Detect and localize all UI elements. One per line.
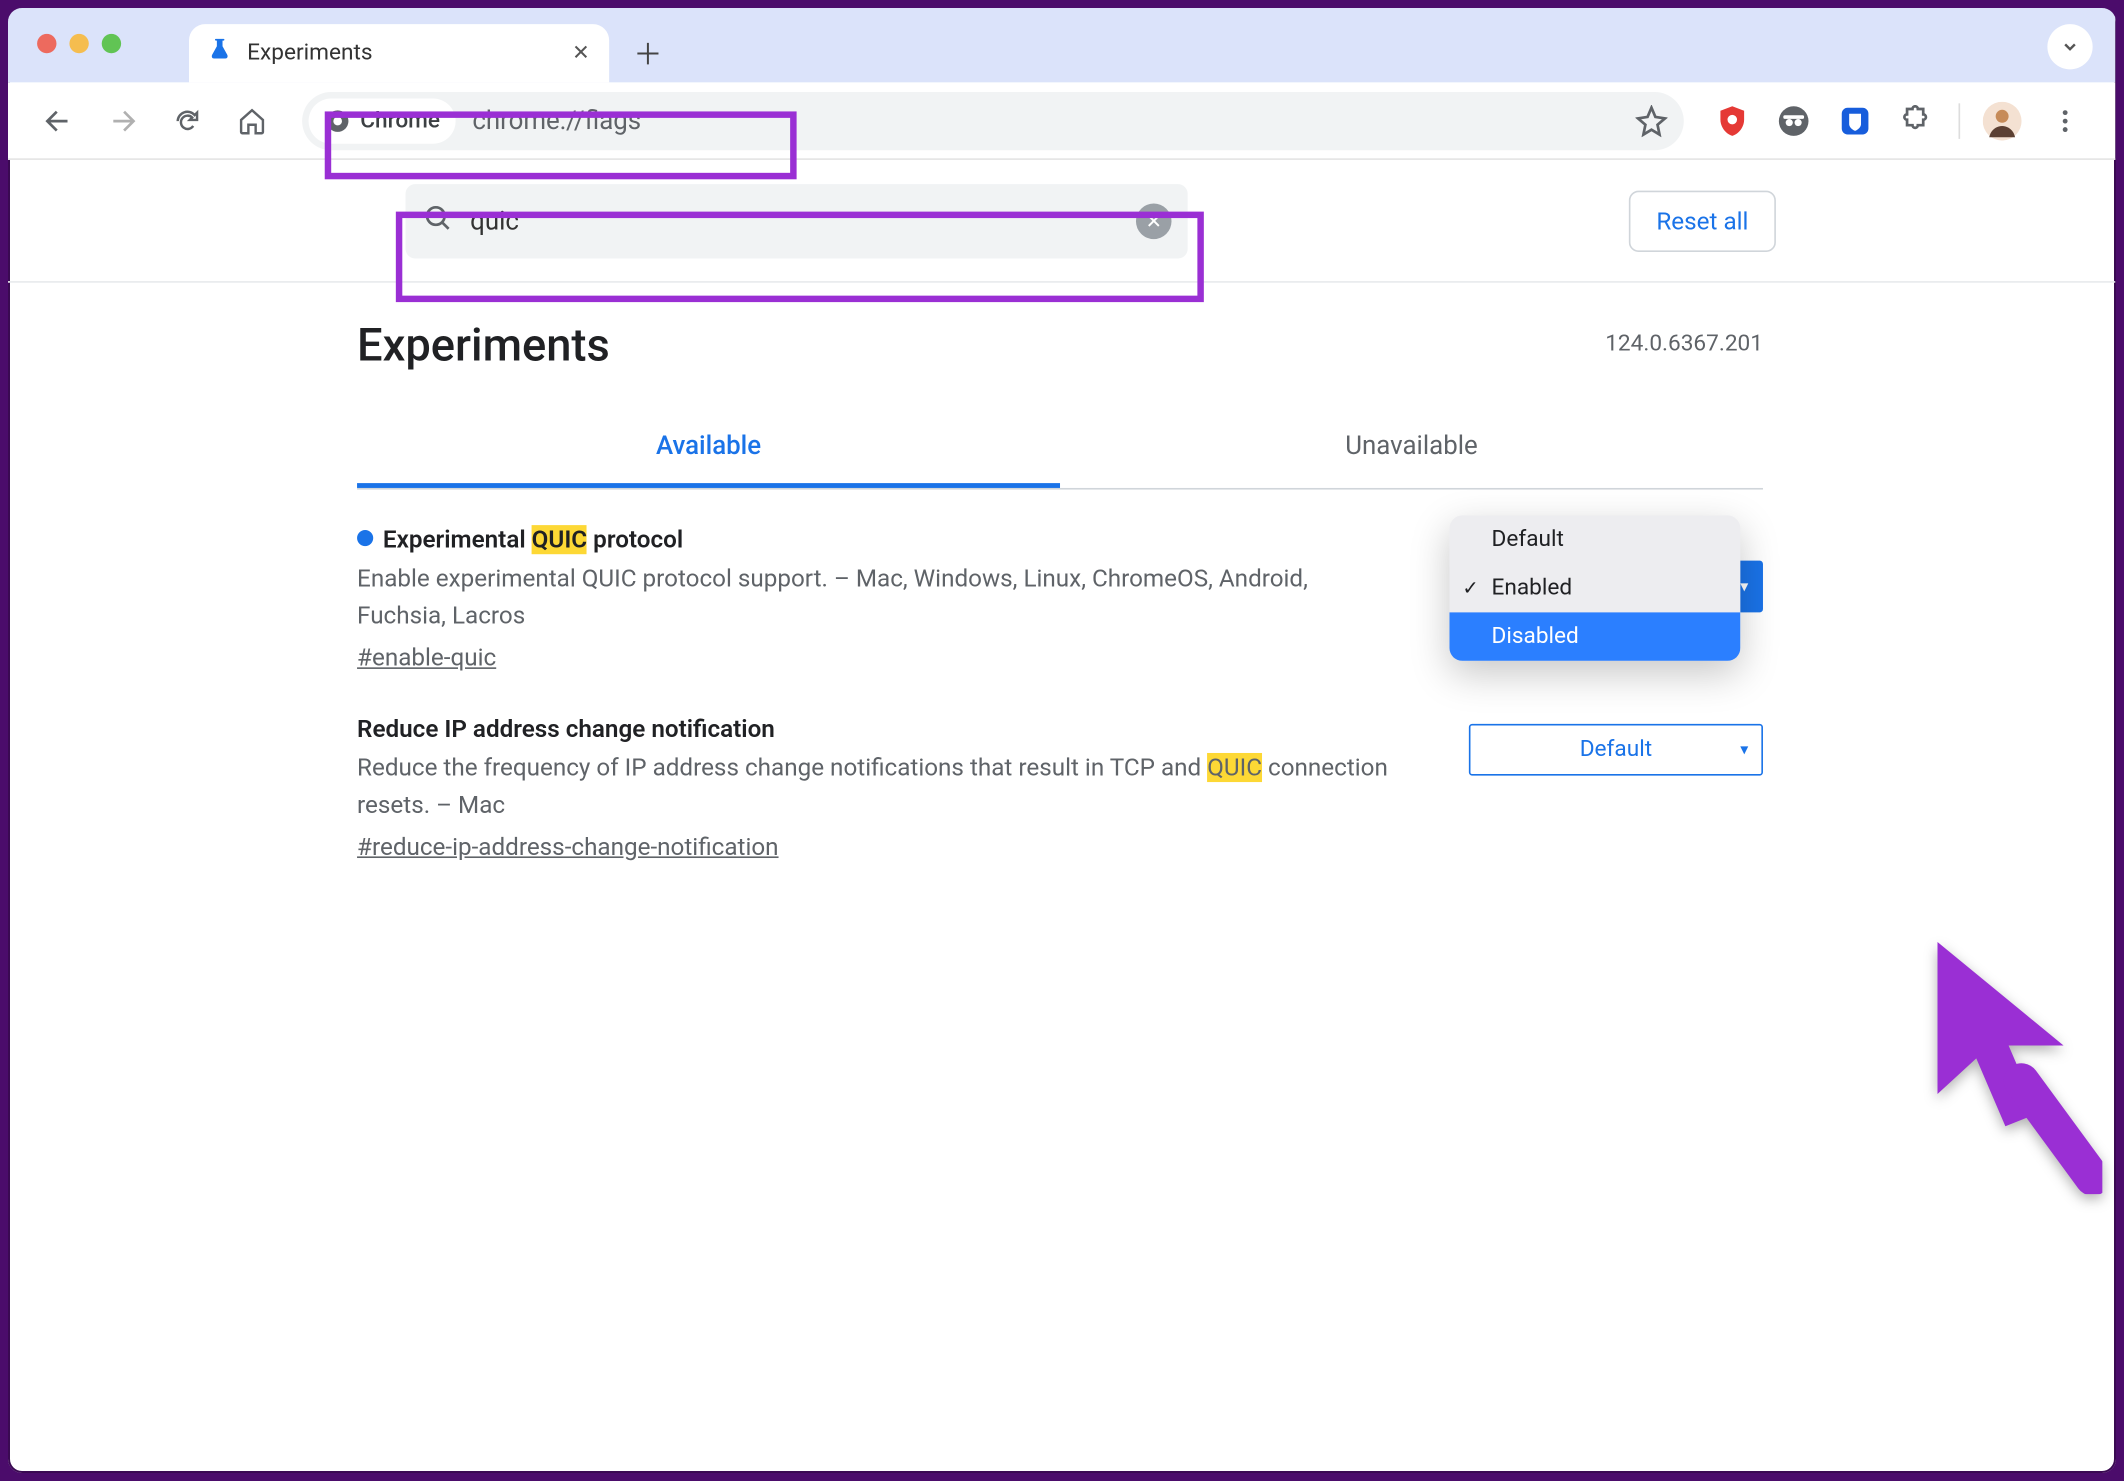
flag-row: Reduce IP address change notification Re…	[357, 714, 1763, 861]
minimize-window-button[interactable]	[69, 34, 88, 53]
maximize-window-button[interactable]	[102, 34, 121, 53]
back-button[interactable]	[31, 93, 86, 148]
page-content: ✕ Reset all Experiments 124.0.6367.201 A…	[8, 160, 2115, 968]
search-icon	[422, 201, 454, 240]
extensions-puzzle-icon[interactable]	[1894, 98, 1939, 143]
flask-icon	[208, 39, 231, 68]
close-window-button[interactable]	[37, 34, 56, 53]
tab-title: Experiments	[247, 40, 372, 66]
new-tab-button[interactable]: ＋	[625, 31, 670, 76]
url-text: chrome://flags	[472, 105, 641, 136]
tab-search-button[interactable]	[2047, 24, 2092, 69]
kebab-menu-button[interactable]	[2038, 93, 2093, 148]
flag-dropdown-value: Default	[1580, 737, 1652, 763]
flags-search-input[interactable]	[470, 205, 1120, 236]
toolbar-separator	[1959, 103, 1961, 139]
address-bar[interactable]: Chrome chrome://flags	[302, 91, 1684, 149]
flag-description: Enable experimental QUIC protocol suppor…	[357, 561, 1391, 634]
tab-unavailable[interactable]: Unavailable	[1060, 407, 1763, 488]
flag-row: Experimental QUIC protocol Enable experi…	[357, 525, 1763, 672]
chevron-down-icon: ▾	[1740, 741, 1748, 759]
flags-tabs: Available Unavailable	[357, 407, 1763, 489]
check-icon: ✓	[1462, 577, 1478, 600]
reload-button[interactable]	[160, 93, 215, 148]
browser-tab[interactable]: Experiments ✕	[189, 24, 609, 82]
menu-item-enabled[interactable]: ✓Enabled	[1449, 564, 1740, 612]
annotation-cursor-icon	[1925, 936, 2103, 1201]
flag-dropdown-menu: Default ✓Enabled Disabled	[1449, 515, 1740, 660]
menu-item-disabled[interactable]: Disabled	[1449, 612, 1740, 660]
site-chip-label: Chrome	[360, 107, 440, 133]
browser-toolbar: Chrome chrome://flags	[8, 82, 2115, 160]
site-chip[interactable]: Chrome	[309, 98, 457, 143]
flag-dropdown[interactable]: Default ▾	[1469, 724, 1763, 776]
flag-permalink[interactable]: #reduce-ip-address-change-notification	[357, 832, 778, 861]
reset-all-button[interactable]: Reset all	[1629, 190, 1776, 251]
page-title: Experiments	[357, 318, 1763, 371]
close-tab-icon[interactable]: ✕	[572, 41, 590, 65]
clear-search-icon[interactable]: ✕	[1136, 203, 1172, 239]
extension-ublock-icon[interactable]	[1710, 98, 1755, 143]
extension-bitwarden-icon[interactable]	[1832, 98, 1877, 143]
flag-description: Reduce the frequency of IP address chang…	[357, 750, 1391, 823]
extension-incognito-icon[interactable]	[1771, 98, 1816, 143]
profile-avatar[interactable]	[1980, 98, 2025, 143]
flags-search-box[interactable]: ✕	[406, 183, 1188, 257]
home-button[interactable]	[225, 93, 280, 148]
browser-tabstrip: Experiments ✕ ＋	[8, 8, 2115, 82]
chrome-version: 124.0.6367.201	[1605, 331, 1763, 357]
flags-toolbar: ✕ Reset all	[8, 160, 2115, 283]
bookmark-star-icon[interactable]	[1635, 104, 1667, 136]
forward-button[interactable]	[95, 93, 150, 148]
modified-dot-icon	[357, 530, 373, 546]
menu-item-default[interactable]: Default	[1449, 515, 1740, 563]
chevron-down-icon: ▾	[1740, 578, 1748, 596]
tab-available[interactable]: Available	[357, 407, 1060, 488]
flag-permalink[interactable]: #enable-quic	[357, 643, 496, 672]
window-traffic-lights	[37, 34, 121, 53]
